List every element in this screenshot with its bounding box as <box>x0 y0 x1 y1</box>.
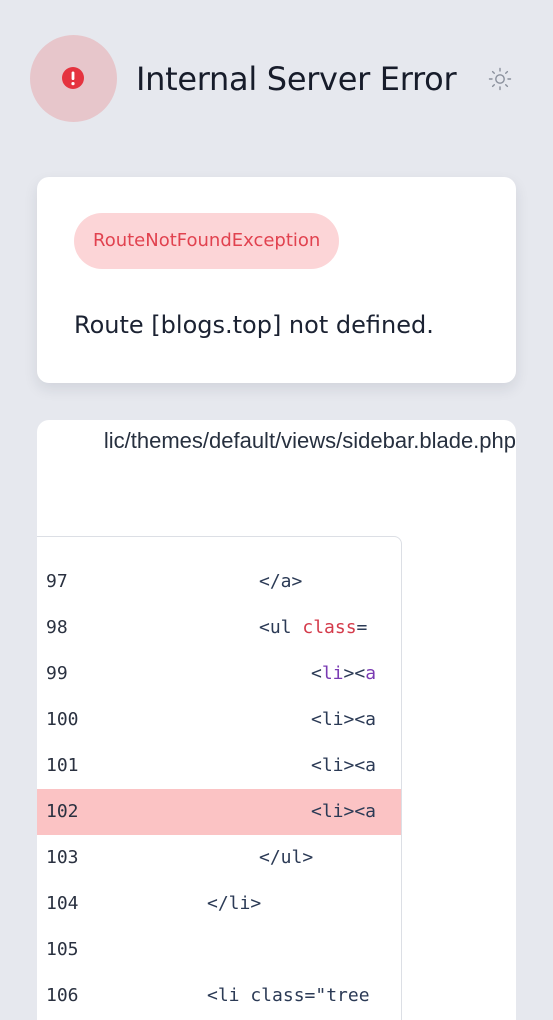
line-code: <li><a <box>311 801 377 822</box>
exclamation-circle-icon <box>62 67 84 89</box>
line-code: <li><a <box>311 709 377 730</box>
code-line: 104 </li> <box>37 881 401 927</box>
code-line: 99 <li><a <box>37 651 401 697</box>
line-code: <li><a <box>311 663 377 684</box>
exception-message: Route [blogs.top] not defined. <box>74 311 434 339</box>
file-path[interactable]: lic/themes/default/views/sidebar.blade.p… <box>104 426 516 456</box>
code-line: 105 <box>37 927 401 973</box>
code-line: 106 <li class="tree <box>37 973 401 1019</box>
line-number: 106 <box>46 985 79 1006</box>
line-number: 104 <box>46 893 79 914</box>
code-line: 97 </a> <box>37 559 401 605</box>
error-header: Internal Server Error <box>30 35 530 122</box>
code-snippet: 97 </a> 98 <ul class= 99 <li><a 100 <li>… <box>37 536 402 1020</box>
line-code: <li class="tree <box>207 985 370 1006</box>
line-number: 102 <box>46 801 79 822</box>
line-number: 97 <box>46 571 68 592</box>
code-line: 98 <ul class= <box>37 605 401 651</box>
exception-card: RouteNotFoundException Route [blogs.top]… <box>37 177 516 383</box>
exception-class-badge[interactable]: RouteNotFoundException <box>74 213 340 269</box>
line-code: </li> <box>207 893 262 914</box>
code-line: 100 <li><a <box>37 697 401 743</box>
line-number: 99 <box>46 663 68 684</box>
code-line: 101 <li><a <box>37 743 401 789</box>
line-code: <ul class= <box>259 617 368 638</box>
line-number: 101 <box>46 755 79 776</box>
line-number: 100 <box>46 709 79 730</box>
line-number: 105 <box>46 939 79 960</box>
line-code: </a> <box>259 571 303 592</box>
code-line-highlighted: 102 <li><a <box>37 789 401 835</box>
code-line: 103 </ul> <box>37 835 401 881</box>
line-code: <li><a <box>311 755 377 776</box>
code-viewer-card: lic/themes/default/views/sidebar.blade.p… <box>37 420 516 1020</box>
line-code: </ul> <box>259 847 314 868</box>
sun-icon[interactable] <box>487 66 513 92</box>
line-number: 103 <box>46 847 79 868</box>
error-status-circle <box>30 35 117 122</box>
page-title: Internal Server Error <box>136 60 457 98</box>
line-number: 98 <box>46 617 68 638</box>
